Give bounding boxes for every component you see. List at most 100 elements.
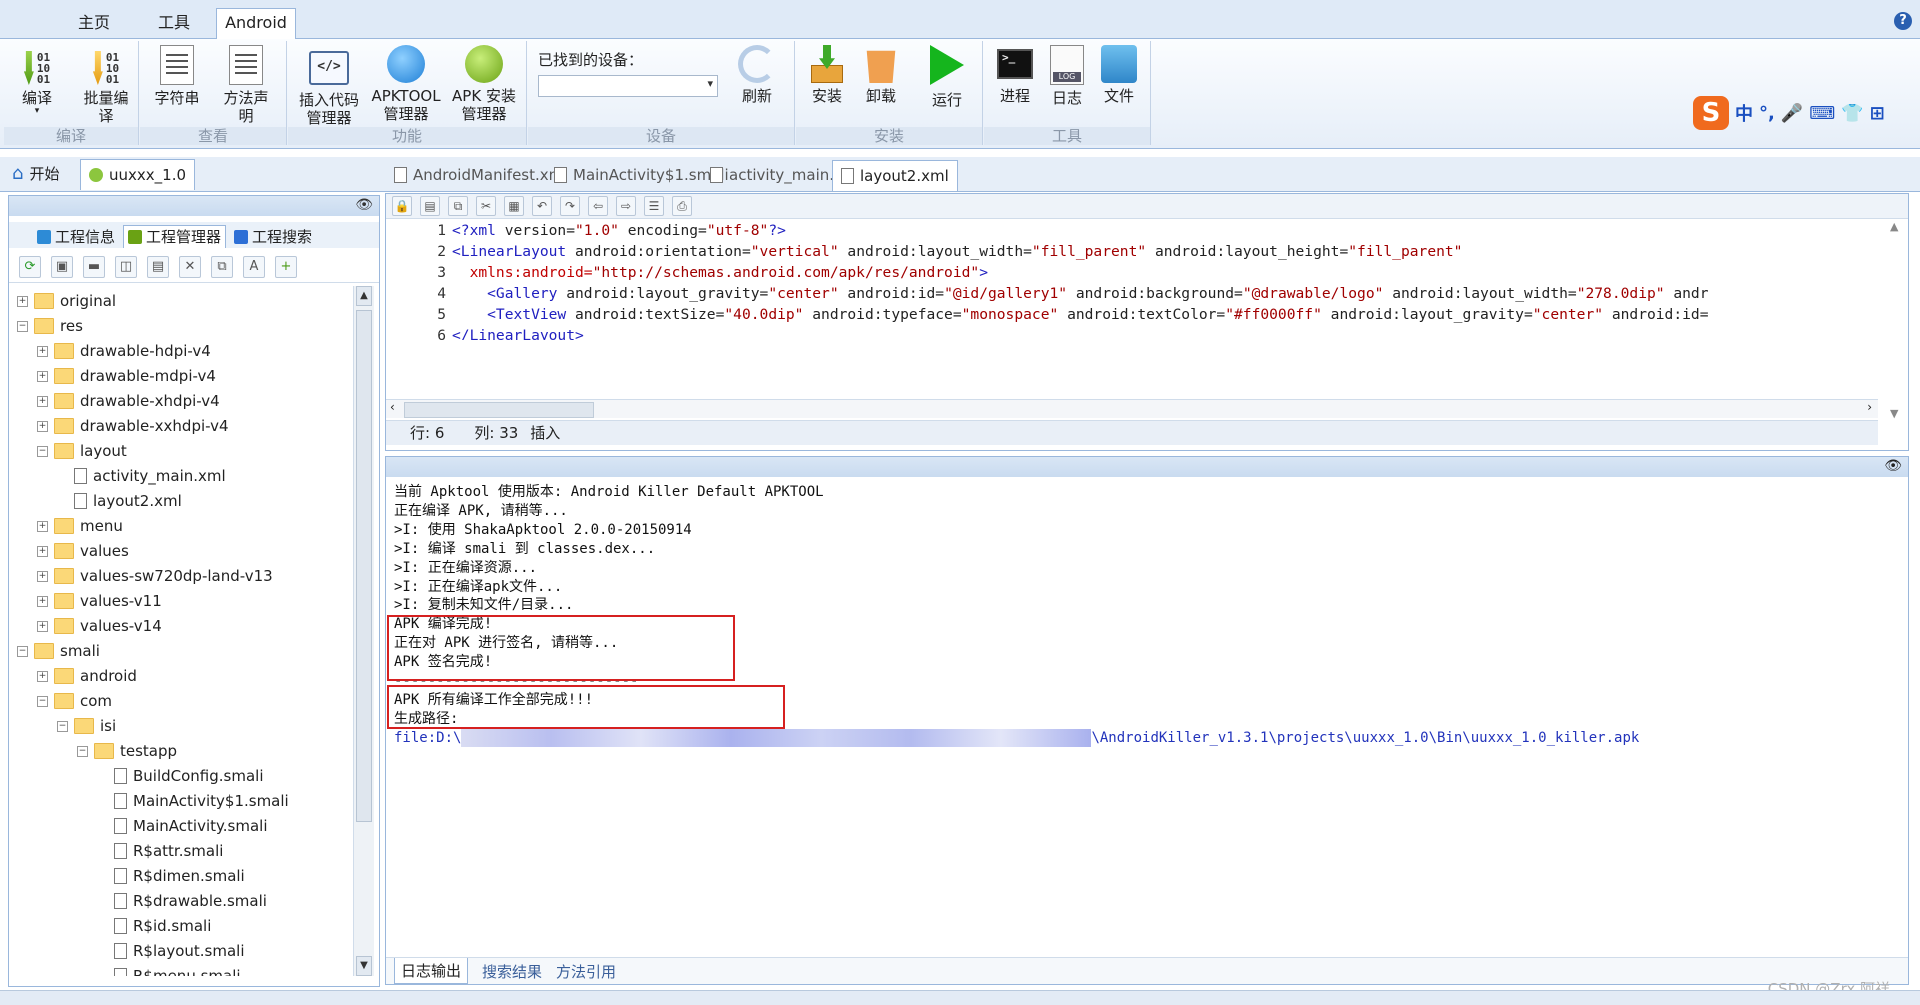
code-area[interactable]: 1 <?xml version= "1.0" encoding= "utf-8" ?> 2… (386, 220, 1878, 340)
scroll-thumb[interactable] (356, 310, 372, 822)
tree-file[interactable]: MainActivity.smali (97, 815, 268, 837)
redo-icon[interactable]: ↷ (560, 196, 580, 216)
paste-icon[interactable]: ▦ (504, 196, 524, 216)
tree-file[interactable]: R$dimen.smali (97, 865, 245, 887)
tab-tools[interactable]: 工具 (150, 10, 198, 36)
collapse-icon[interactable]: − (37, 695, 48, 707)
tree-folder[interactable]: + values-sw720dp-land-v13 (37, 565, 273, 587)
sogou-logo-icon[interactable]: S (1693, 96, 1729, 130)
rename-icon[interactable]: ⧉ (211, 256, 233, 278)
scroll-left-icon[interactable]: ‹ (390, 400, 395, 414)
collapse-icon[interactable]: − (77, 745, 88, 757)
ime-keyboard-icon[interactable]: ⌨ (1809, 103, 1835, 124)
export-icon[interactable]: ⎙ (672, 196, 692, 216)
editor-vertical-scrollbar[interactable]: ▲ ▼ (1884, 220, 1908, 420)
scroll-right-icon[interactable]: › (1867, 400, 1872, 414)
cut-icon[interactable]: ✂ (476, 196, 496, 216)
run-button[interactable]: 运行 (922, 45, 972, 109)
expand-icon[interactable]: + (37, 395, 48, 407)
refresh-tree-icon[interactable]: ⟳ (19, 256, 41, 278)
tree-folder[interactable]: + drawable-xxhdpi-v4 (37, 415, 229, 437)
apktool-manager-button[interactable]: APKTOOL管理器 (368, 45, 444, 123)
tab-home[interactable]: 主页 (70, 10, 118, 36)
batch-compile-button[interactable]: 01 10 01 批量编译 (76, 45, 136, 125)
tree-file[interactable]: R$attr.smali (97, 840, 223, 862)
tree-folder[interactable]: + original (17, 290, 116, 312)
ime-chinese-mode[interactable]: 中 (1735, 100, 1753, 126)
open-folder-icon[interactable]: ▤ (147, 256, 169, 278)
tree-file[interactable]: BuildConfig.smali (97, 765, 264, 787)
expand-icon[interactable]: + (37, 370, 48, 382)
back-icon[interactable]: ⇦ (588, 196, 608, 216)
ime-voice-icon[interactable]: 🎤 (1781, 103, 1803, 124)
strings-button[interactable]: 字符串 (148, 45, 206, 107)
tree-folder[interactable]: − res (17, 315, 83, 337)
forward-icon[interactable]: ⇨ (616, 196, 636, 216)
tab-log-output[interactable]: 日志输出 (394, 958, 469, 984)
tree-file[interactable]: R$id.smali (97, 915, 211, 937)
tree-folder[interactable]: + values-v11 (37, 590, 162, 612)
tab-method-references[interactable]: 方法引用 (556, 961, 616, 982)
add-icon[interactable]: + (275, 256, 297, 278)
tab-project-manager[interactable]: 工程管理器 (123, 225, 227, 248)
expand-icon[interactable]: + (37, 620, 48, 632)
save-icon[interactable]: ▤ (420, 196, 440, 216)
scroll-up-icon[interactable]: ▲ (1890, 220, 1898, 233)
collapse-icon[interactable]: − (17, 320, 28, 332)
eye-icon[interactable]: 👁 (355, 197, 373, 213)
apk-install-manager-button[interactable]: APK 安装管理器 (446, 45, 522, 123)
expand-icon[interactable]: + (37, 345, 48, 357)
tree-folder[interactable]: + drawable-hdpi-v4 (37, 340, 211, 362)
tab-project-search[interactable]: 工程搜索 (230, 226, 316, 248)
delete-icon[interactable]: ✕ (179, 256, 201, 278)
lock-icon[interactable]: 🔒 (392, 196, 412, 216)
expand-icon[interactable]: + (37, 595, 48, 607)
process-button[interactable]: >_ 进程 (990, 45, 1040, 105)
install-button[interactable]: 安装 (802, 45, 852, 105)
tree-file[interactable]: R$drawable.smali (97, 890, 267, 912)
expand-icon[interactable]: + (37, 520, 48, 532)
find-folder-icon[interactable]: ◫ (115, 256, 137, 278)
device-select[interactable] (538, 75, 718, 97)
output-path-link[interactable]: file:D:\ \AndroidKiller_v1.3.1\projects\u… (394, 728, 1878, 748)
tab-start[interactable]: ⌂ 开始 (4, 159, 67, 189)
tab-search-results[interactable]: 搜索结果 (482, 961, 542, 982)
ime-punctuation-icon[interactable]: °, (1759, 103, 1775, 124)
tree-folder[interactable]: − layout (37, 440, 127, 462)
scroll-up-icon[interactable]: ▲ (356, 286, 372, 306)
window-icon[interactable]: ▬ (83, 256, 105, 278)
expand-icon[interactable]: + (37, 570, 48, 582)
help-icon[interactable]: ? (1894, 12, 1912, 30)
refresh-button[interactable]: 刷新 (728, 45, 786, 105)
method-declaration-button[interactable]: 方法声明 (216, 45, 276, 125)
expand-icon[interactable]: + (17, 295, 28, 307)
tree-folder[interactable]: + values (37, 540, 129, 562)
expand-icon[interactable]: ▣ (51, 256, 73, 278)
tree-folder[interactable]: + menu (37, 515, 123, 537)
log-button[interactable]: LOG 日志 (1042, 45, 1092, 107)
tree-file[interactable]: R$menu.smali (97, 965, 241, 976)
editor-horizontal-scrollbar[interactable]: ‹ › (386, 399, 1878, 418)
tree-file[interactable]: layout2.xml (57, 490, 182, 512)
tree-folder[interactable]: − testapp (77, 740, 177, 762)
ime-toolbox-icon[interactable]: ⊞ (1870, 103, 1885, 124)
tree-file[interactable]: MainActivity$1.smali (97, 790, 289, 812)
tree-folder[interactable]: + values-v14 (37, 615, 162, 637)
uninstall-button[interactable]: 卸载 (856, 45, 906, 105)
tree-folder[interactable]: + drawable-xhdpi-v4 (37, 390, 220, 412)
tree-file[interactable]: activity_main.xml (57, 465, 226, 487)
format-icon[interactable]: ☰ (644, 196, 664, 216)
ime-skin-icon[interactable]: 👕 (1841, 103, 1863, 124)
collapse-icon[interactable]: − (57, 720, 68, 732)
compile-button[interactable]: 01 10 01 编译 ▾ (10, 45, 64, 116)
tree-scrollbar[interactable]: ▲ ▼ (353, 286, 374, 976)
hscroll-thumb[interactable] (404, 402, 594, 418)
tree-folder[interactable]: + drawable-mdpi-v4 (37, 365, 216, 387)
expand-icon[interactable]: + (37, 420, 48, 432)
tree-folder[interactable]: + android (37, 665, 137, 687)
collapse-icon[interactable]: − (17, 645, 28, 657)
tree-folder[interactable]: − com (37, 690, 112, 712)
undo-icon[interactable]: ↶ (532, 196, 552, 216)
expand-icon[interactable]: + (37, 670, 48, 682)
tree-folder[interactable]: − isi (57, 715, 116, 737)
